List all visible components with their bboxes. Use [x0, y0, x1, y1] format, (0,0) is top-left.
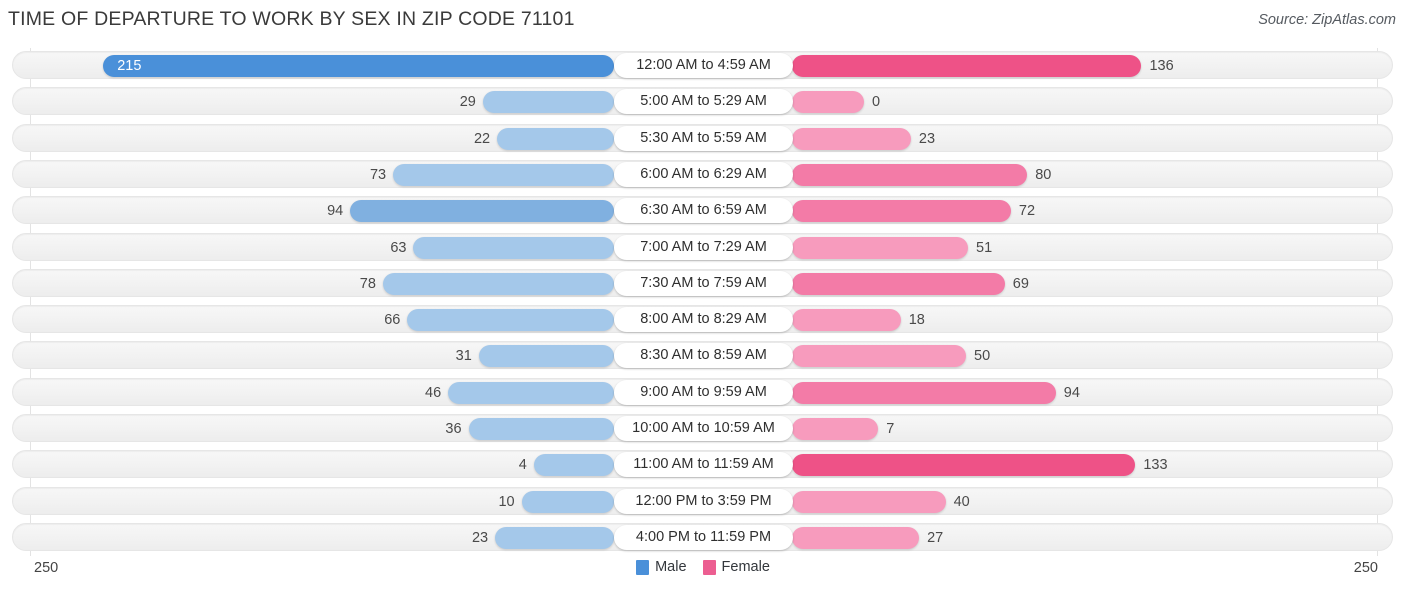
category-label: 6:30 AM to 6:59 AM — [614, 198, 793, 224]
bar-value-male: 29 — [459, 94, 476, 111]
source-label: Source: ZipAtlas.com — [1258, 12, 1396, 28]
legend-label-male: Male — [655, 559, 687, 575]
category-label: 12:00 AM to 4:59 AM — [614, 53, 793, 78]
legend-item-male[interactable]: Male — [636, 559, 687, 575]
bar-value-male: 94 — [327, 203, 344, 220]
bar-female[interactable] — [792, 418, 879, 440]
category-label: 10:00 AM to 10:59 AM — [614, 416, 793, 441]
bar-male[interactable] — [448, 381, 614, 404]
bar-value-female: 80 — [1035, 166, 1052, 183]
bar-value-female: 94 — [1063, 384, 1080, 401]
bar-male[interactable] — [482, 91, 614, 114]
category-label: 9:00 AM to 9:59 AM — [614, 379, 793, 405]
chart-row: 10 40 12:00 PM to 3:59 PM — [0, 484, 1406, 520]
legend-swatch-female-icon — [702, 559, 716, 575]
bar-male[interactable] — [468, 418, 614, 440]
chart-row: 22 23 5:30 AM to 5:59 AM — [0, 121, 1406, 157]
category-label: 11:00 AM to 11:59 AM — [614, 452, 793, 478]
category-label: 8:00 AM to 8:29 AM — [614, 307, 793, 333]
chart-row: 4 133 11:00 AM to 11:59 AM — [0, 447, 1406, 483]
bar-value-female: 69 — [1012, 275, 1029, 292]
bar-value-female: 27 — [927, 529, 944, 546]
chart-row: 31 50 8:30 AM to 8:59 AM — [0, 338, 1406, 374]
bar-male[interactable] — [533, 454, 614, 477]
category-label: 5:00 AM to 5:29 AM — [614, 89, 793, 115]
bar-value-female: 23 — [918, 130, 936, 147]
chart-root: TIME OF DEPARTURE TO WORK BY SEX IN ZIP … — [0, 0, 1406, 594]
bar-female[interactable] — [792, 163, 1028, 186]
category-label: 4:00 PM to 11:59 PM — [614, 524, 793, 550]
legend-item-female[interactable]: Female — [702, 559, 770, 575]
bar-male[interactable] — [413, 236, 614, 259]
chart-row: 215 136 12:00 AM to 4:59 AM — [0, 48, 1406, 84]
bar-male[interactable] — [495, 526, 614, 549]
bar-value-female: 18 — [908, 312, 925, 329]
bar-value-male: 22 — [473, 130, 491, 147]
bar-male[interactable] — [407, 309, 614, 332]
chart-footer: 250 Male Female 250 — [0, 556, 1406, 594]
axis-max-right: 250 — [1353, 560, 1378, 576]
plot-area: 215 136 12:00 AM to 4:59 AM 29 0 5:00 AM to 5… — [0, 48, 1406, 556]
bar-male[interactable] — [478, 345, 614, 368]
bar-value-male: 63 — [390, 239, 407, 256]
bar-value-male: 4 — [518, 457, 527, 474]
bar-value-male: 215 — [117, 58, 142, 74]
chart-row: 63 51 7:00 AM to 7:29 AM — [0, 230, 1406, 266]
bar-value-female: 0 — [872, 94, 881, 111]
chart-row: 36 7 10:00 AM to 10:59 AM — [0, 411, 1406, 447]
bar-female[interactable] — [792, 55, 1142, 77]
category-label: 7:30 AM to 7:59 AM — [614, 270, 793, 296]
category-label: 8:30 AM to 8:59 AM — [614, 343, 793, 369]
bar-value-male: 78 — [359, 275, 376, 292]
chart-row: 23 27 4:00 PM to 11:59 PM — [0, 520, 1406, 556]
bar-value-male: 23 — [471, 529, 489, 546]
bar-female[interactable] — [792, 490, 946, 513]
category-label: 5:30 AM to 5:59 AM — [614, 125, 793, 151]
bar-male[interactable] — [382, 272, 614, 295]
bar-value-male: 10 — [498, 493, 515, 510]
bar-female[interactable] — [792, 91, 864, 114]
chart-row: 78 69 7:30 AM to 7:59 AM — [0, 266, 1406, 302]
legend: Male Female — [0, 559, 1406, 575]
chart-row: 29 0 5:00 AM to 5:29 AM — [0, 84, 1406, 120]
category-label: 12:00 PM to 3:59 PM — [614, 488, 793, 514]
bar-male[interactable] — [497, 127, 614, 150]
bar-value-female: 133 — [1143, 457, 1168, 474]
category-label: 6:00 AM to 6:29 AM — [614, 161, 793, 187]
bar-female[interactable] — [792, 526, 920, 549]
chart-row: 46 94 9:00 AM to 9:59 AM — [0, 375, 1406, 411]
bar-value-female: 50 — [974, 348, 991, 365]
bar-female[interactable] — [792, 236, 969, 259]
bar-value-male: 31 — [455, 348, 472, 365]
chart-row: 73 80 6:00 AM to 6:29 AM — [0, 157, 1406, 193]
bar-female[interactable] — [792, 454, 1136, 477]
chart-row: 66 18 8:00 AM to 8:29 AM — [0, 302, 1406, 338]
page-title: TIME OF DEPARTURE TO WORK BY SEX IN ZIP … — [8, 8, 575, 30]
bar-female[interactable] — [792, 345, 966, 368]
bar-value-female: 72 — [1018, 203, 1036, 220]
bar-female[interactable] — [792, 200, 1011, 223]
bar-value-male: 36 — [445, 421, 462, 437]
bar-value-male: 46 — [425, 384, 442, 401]
legend-label-female: Female — [721, 559, 770, 575]
bar-value-female: 40 — [953, 493, 970, 510]
bar-male[interactable] — [103, 55, 614, 77]
legend-swatch-male-icon — [636, 559, 650, 575]
bar-female[interactable] — [792, 272, 1005, 295]
bar-value-male: 73 — [369, 166, 387, 183]
bar-value-female: 7 — [886, 421, 895, 437]
bar-male[interactable] — [350, 200, 614, 223]
bar-female[interactable] — [792, 381, 1056, 404]
bar-value-female: 136 — [1149, 58, 1174, 74]
bar-male[interactable] — [521, 490, 614, 513]
category-label: 7:00 AM to 7:29 AM — [614, 234, 793, 260]
bar-female[interactable] — [792, 127, 911, 150]
bar-value-female: 51 — [976, 239, 993, 256]
bar-value-male: 66 — [384, 312, 401, 329]
chart-row: 94 72 6:30 AM to 6:59 AM — [0, 193, 1406, 229]
bar-male[interactable] — [393, 163, 614, 186]
bar-female[interactable] — [792, 309, 901, 332]
